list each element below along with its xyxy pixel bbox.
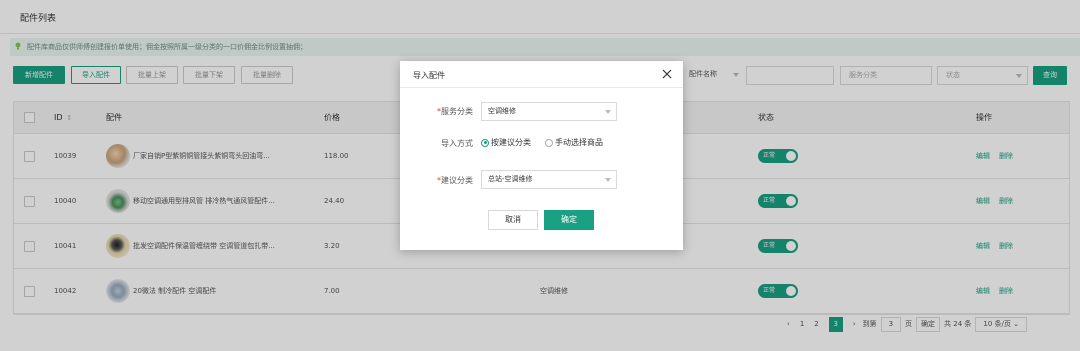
- radio-checked-icon: [481, 138, 489, 147]
- mode-manual-radio[interactable]: 手动选择商品: [545, 137, 603, 148]
- cancel-button[interactable]: 取消: [488, 210, 538, 230]
- mode-suggested-radio[interactable]: 按建议分类: [481, 137, 531, 148]
- close-icon[interactable]: [662, 69, 672, 79]
- dialog-header: 导入配件: [400, 61, 683, 88]
- import-parts-dialog: 导入配件 *服务分类 空调维修 导入方式 按建议分类 手动选择商品 *建议分类 …: [400, 61, 683, 250]
- suggested-category-label: *建议分类: [437, 176, 473, 185]
- service-category-label: *服务分类: [437, 107, 473, 116]
- suggested-category-value: 总站-空调维修: [488, 175, 533, 183]
- suggested-category-select[interactable]: 总站-空调维修: [481, 170, 617, 189]
- service-category-value: 空调维修: [488, 107, 516, 115]
- confirm-button[interactable]: 确定: [544, 210, 594, 230]
- chevron-down-icon: [605, 178, 611, 182]
- chevron-down-icon: [605, 110, 611, 114]
- service-category-select[interactable]: 空调维修: [481, 102, 617, 121]
- dialog-title: 导入配件: [413, 71, 445, 80]
- radio-unchecked-icon: [545, 138, 553, 147]
- import-mode-label: 导入方式: [441, 139, 473, 148]
